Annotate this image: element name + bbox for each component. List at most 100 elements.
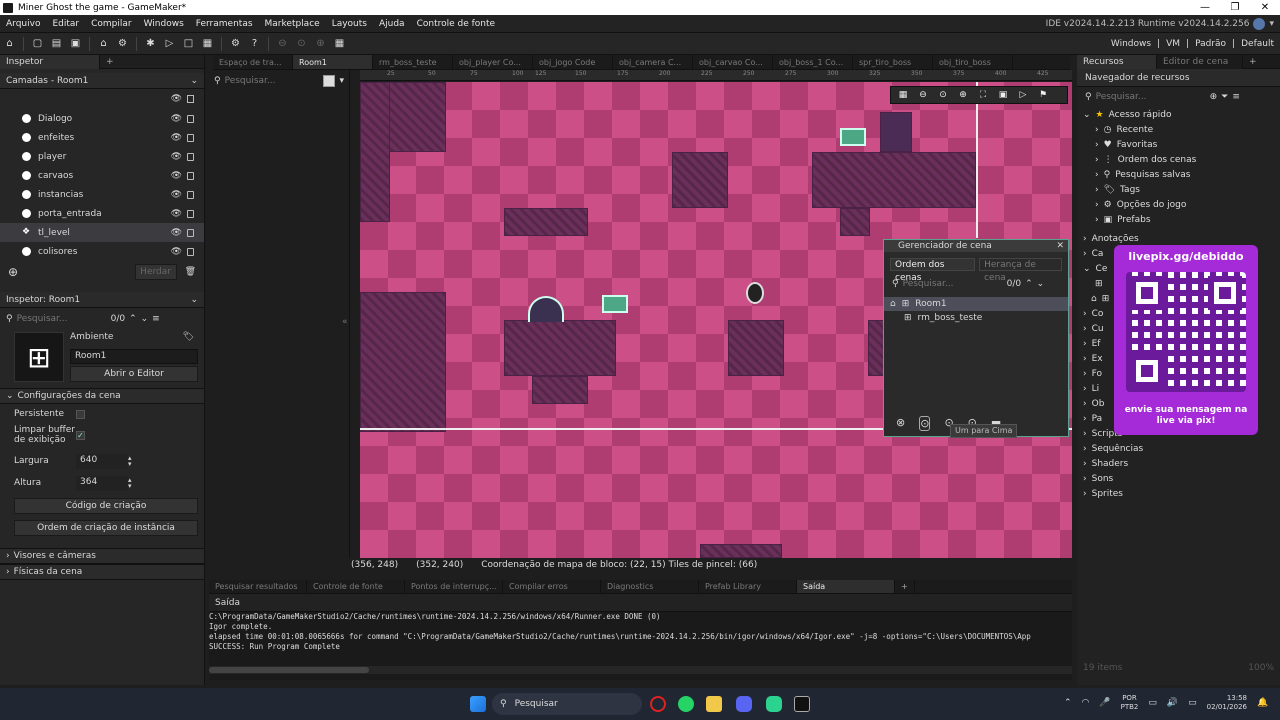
file-explorer-icon[interactable]: [706, 696, 722, 712]
doc-tab[interactable]: rm_boss_teste: [373, 55, 453, 69]
eye-icon[interactable]: 👁: [171, 209, 182, 219]
scrollbar-thumb[interactable]: [209, 667, 369, 673]
layer-item[interactable]: Dialogo 👁: [0, 109, 204, 128]
new-project-icon[interactable]: ▢: [29, 36, 46, 52]
eye-icon[interactable]: 👁: [171, 152, 182, 162]
tree-item[interactable]: › ◷ Recente: [1077, 122, 1280, 137]
tab-compile-errors[interactable]: Compilar erros: [503, 580, 601, 593]
eye-icon[interactable]: 👁: [171, 247, 182, 257]
horizontal-scrollbar[interactable]: [209, 666, 1072, 674]
chevron-down-icon[interactable]: ⌄: [1037, 279, 1045, 289]
close-icon[interactable]: ✕: [1056, 241, 1064, 251]
minimize-button[interactable]: —: [1190, 2, 1220, 13]
lock-icon[interactable]: [187, 228, 194, 237]
app-icon[interactable]: [766, 696, 782, 712]
clear-buffer-checkbox[interactable]: ✓: [76, 430, 85, 440]
lock-icon[interactable]: [187, 133, 194, 142]
menu-ajuda[interactable]: Ajuda: [373, 19, 411, 29]
lock-icon[interactable]: [187, 209, 194, 218]
tree-item[interactable]: › ⋮ Ordem dos cenas: [1077, 152, 1280, 167]
door-sprite[interactable]: [528, 296, 564, 322]
target-device[interactable]: Default: [1241, 39, 1274, 49]
help-icon[interactable]: ?: [246, 36, 263, 52]
search-input[interactable]: Pesquisar...: [225, 76, 276, 86]
zoom-in-icon[interactable]: ⊕: [955, 88, 971, 102]
room-list-item[interactable]: ⌂ ⊞ Room1: [884, 297, 1068, 311]
tag-icon[interactable]: 🏷: [183, 332, 194, 342]
chevron-down-icon[interactable]: ⌄: [141, 314, 149, 324]
frame-icon[interactable]: ▣: [995, 88, 1011, 102]
debug-icon[interactable]: ✱: [142, 36, 159, 52]
tree-item[interactable]: › ⚙ Opções do jogo: [1077, 197, 1280, 212]
doc-tab[interactable]: obj_tiro_boss: [933, 55, 1013, 69]
sign-sprite[interactable]: [840, 128, 866, 146]
tab-breakpoints[interactable]: Pontos de interrupç...: [405, 580, 503, 593]
close-button[interactable]: ✕: [1250, 2, 1280, 13]
tree-item[interactable]: › ♥ Favoritas: [1077, 137, 1280, 152]
whatsapp-icon[interactable]: [678, 696, 694, 712]
target-output[interactable]: VM: [1166, 39, 1180, 49]
tree-folder[interactable]: › Sons: [1077, 471, 1280, 486]
avatar[interactable]: [1253, 17, 1266, 30]
menu-layouts[interactable]: Layouts: [326, 19, 373, 29]
menu-arquivo[interactable]: Arquivo: [0, 19, 46, 29]
search-input[interactable]: Pesquisar...: [903, 279, 1003, 289]
room-name-field[interactable]: Room1: [70, 349, 198, 364]
zoom-reset-icon[interactable]: ⊙: [293, 36, 310, 52]
open-project-icon[interactable]: ▤: [48, 36, 65, 52]
zoom-level[interactable]: 100%: [1248, 663, 1274, 673]
lock-icon[interactable]: [187, 171, 194, 180]
scene-manager-header[interactable]: Gerenciador de cena ✕: [884, 240, 1068, 252]
layer-item[interactable]: colisores 👁: [0, 242, 204, 261]
mic-icon[interactable]: 🎤: [1099, 698, 1110, 708]
play-icon[interactable]: ▷: [1015, 88, 1031, 102]
tab-search-results[interactable]: Pesquisar resultados: [209, 580, 307, 593]
height-field[interactable]: 364: [76, 475, 128, 491]
home-icon[interactable]: ⌂: [1, 36, 18, 52]
menu-marketplace[interactable]: Marketplace: [259, 19, 326, 29]
tab-source-control[interactable]: Controle de fonte: [307, 580, 405, 593]
tab-room-editor[interactable]: Editor de cena: [1157, 54, 1243, 69]
persistent-checkbox[interactable]: [76, 409, 85, 419]
add-tab-button[interactable]: +: [100, 57, 120, 67]
physics-header[interactable]: › Físicas da cena: [0, 564, 204, 580]
clock[interactable]: 13:58 02/01/2026: [1207, 694, 1247, 712]
filter-icon[interactable]: ⏷: [1221, 92, 1228, 102]
chevron-down-icon[interactable]: ▾: [1269, 19, 1274, 29]
grid-toggle-icon[interactable]: ▦: [895, 88, 911, 102]
fit-icon[interactable]: ⛶: [975, 88, 991, 102]
start-icon[interactable]: [470, 696, 486, 712]
taskbar-search[interactable]: ⚲ Pesquisar: [492, 693, 642, 715]
width-field[interactable]: 640: [76, 453, 128, 469]
instance-order-button[interactable]: Ordem de criação de instância: [14, 520, 198, 536]
layers-dropdown[interactable]: Camadas - Room1 ⌄: [0, 73, 204, 89]
network-icon[interactable]: ▭: [1148, 698, 1157, 708]
view-toggle-icon[interactable]: [323, 75, 336, 87]
gamemaker-taskbar-icon[interactable]: [794, 696, 810, 712]
tab-room-order[interactable]: Ordem dos cenas: [890, 258, 976, 283]
menu-icon[interactable]: ≡: [152, 314, 160, 324]
tree-item[interactable]: › 🏷 Tags: [1077, 182, 1280, 197]
tree-quick-access[interactable]: ⌄ ★ Acesso rápido: [1077, 107, 1280, 122]
layer-item-selected[interactable]: ❖ tl_level 👁: [0, 223, 204, 242]
search-input[interactable]: Pesquisar...: [1096, 92, 1206, 102]
zoom-reset-icon[interactable]: ⊙: [935, 88, 951, 102]
build-icon[interactable]: ⚙: [114, 36, 131, 52]
chevron-down-icon[interactable]: ▾: [339, 76, 344, 86]
collapse-left-icon[interactable]: «: [342, 317, 348, 327]
doc-tab-active[interactable]: Room1: [293, 55, 373, 69]
chevron-up-icon[interactable]: ⌃: [1064, 698, 1072, 708]
menu-icon[interactable]: ≡: [1232, 92, 1240, 102]
tree-folder[interactable]: › Anotações: [1077, 231, 1280, 246]
room-settings-header[interactable]: ⌄ Configurações da cena: [0, 388, 204, 404]
lock-icon[interactable]: [187, 247, 194, 256]
language-indicator[interactable]: POR PTB2: [1121, 694, 1139, 712]
menu-windows[interactable]: Windows: [138, 19, 190, 29]
inherit-button[interactable]: Herdar: [134, 264, 177, 280]
tab-room-inheritance[interactable]: Herança de cena: [979, 258, 1062, 283]
stepper-icon[interactable]: ▴ ▾: [128, 477, 132, 490]
opera-icon[interactable]: [650, 696, 666, 712]
tree-folder[interactable]: › Sprites: [1077, 486, 1280, 501]
eye-icon[interactable]: 👁: [171, 171, 182, 181]
tree-item[interactable]: › ▣ Prefabs: [1077, 212, 1280, 227]
